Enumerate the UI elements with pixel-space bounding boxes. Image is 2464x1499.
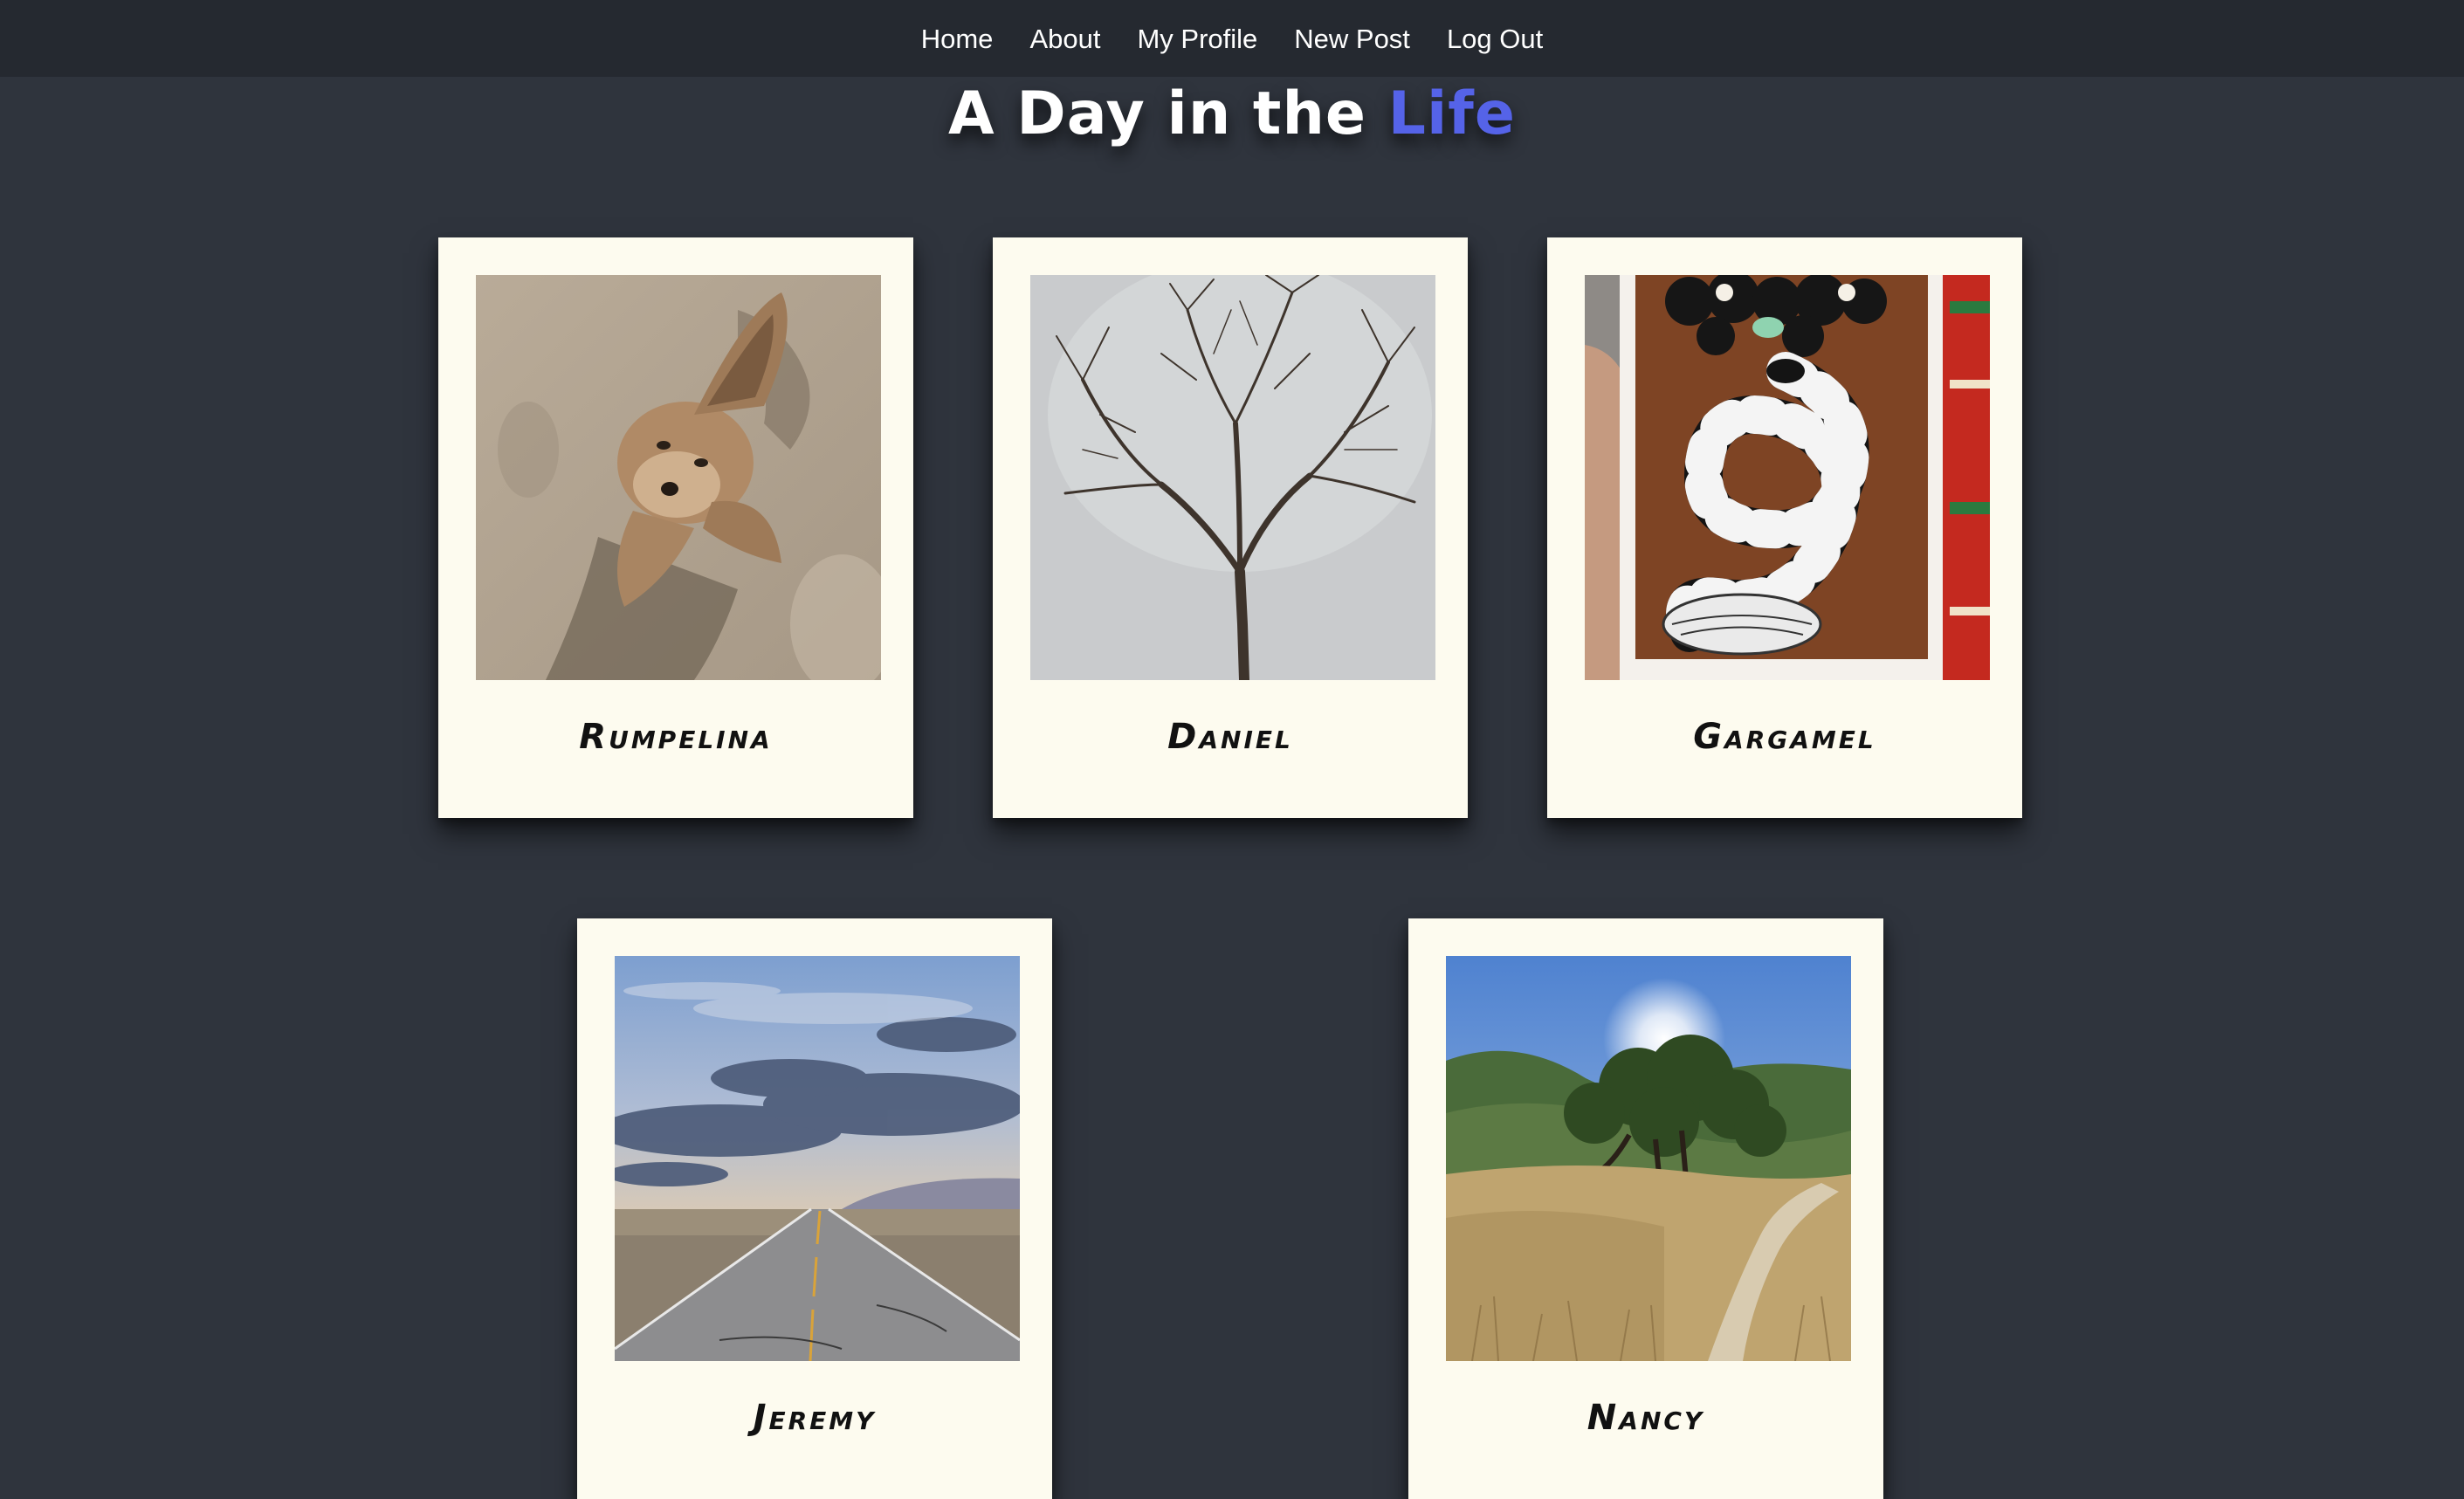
dog-photo-image: [476, 275, 881, 680]
page-title-accent: Life: [1387, 79, 1516, 148]
post-photo: [476, 275, 881, 680]
tree-photo-image: [1030, 275, 1435, 680]
post-author-name: Nancy: [1586, 1398, 1705, 1438]
oak-tree-photo-image: [1446, 956, 1851, 1361]
post-card[interactable]: Jeremy: [577, 918, 1052, 1499]
page-title-main: A Day in the: [948, 79, 1366, 148]
nav-about-link[interactable]: About: [1029, 25, 1100, 52]
post-card[interactable]: Gargamel: [1547, 237, 2022, 818]
post-author-name: Rumpelina: [579, 717, 773, 757]
post-photo: [615, 956, 1020, 1361]
post-author-name: Jeremy: [753, 1398, 877, 1438]
nav-home-link[interactable]: Home: [921, 25, 994, 52]
post-photo: [1030, 275, 1435, 680]
post-card[interactable]: Rumpelina: [438, 237, 913, 818]
post-photo: [1446, 956, 1851, 1361]
road-photo-image: [615, 956, 1020, 1361]
nav-my-profile-link[interactable]: My Profile: [1137, 25, 1257, 52]
post-author-name: Gargamel: [1693, 717, 1876, 757]
navbar: Home About My Profile New Post Log Out: [0, 0, 2464, 77]
post-card[interactable]: Nancy: [1408, 918, 1883, 1499]
post-author-name: Daniel: [1167, 717, 1293, 757]
page-title: A Day in the Life: [0, 79, 2464, 148]
post-photo: [1585, 275, 1990, 680]
post-card[interactable]: Daniel: [993, 237, 1468, 818]
snake-card-photo-image: [1585, 275, 1990, 680]
nav-new-post-link[interactable]: New Post: [1294, 25, 1410, 52]
nav-log-out-link[interactable]: Log Out: [1447, 25, 1543, 52]
